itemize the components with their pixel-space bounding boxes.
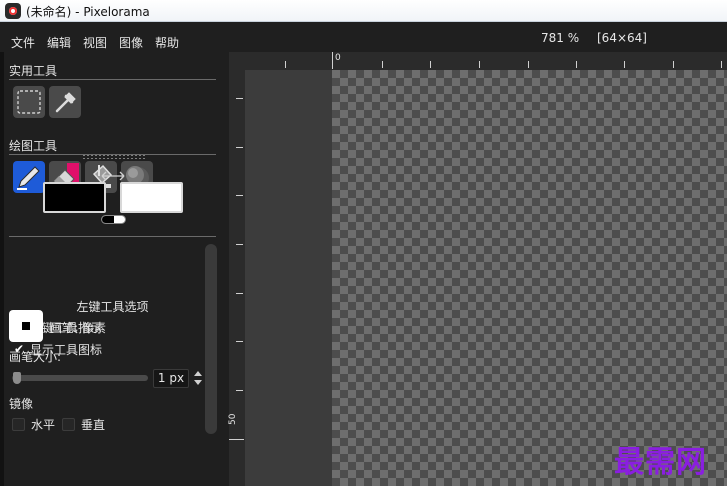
menu-bar: 文件 编辑 视图 图像 帮助 781 % [64×64] bbox=[0, 22, 727, 52]
panel-scrollbar[interactable] bbox=[205, 244, 217, 434]
draw-tools-label: 绘图工具 bbox=[9, 139, 58, 153]
swap-colors-icon[interactable] bbox=[100, 170, 126, 182]
mirror-horizontal-checkbox[interactable]: 水平 bbox=[12, 416, 55, 432]
divider bbox=[9, 236, 216, 237]
panel-grip-handle[interactable] bbox=[82, 154, 146, 160]
pencil-icon bbox=[17, 166, 40, 190]
brush-size-input[interactable]: 1 px bbox=[153, 369, 189, 388]
color-picker-tool-button[interactable] bbox=[49, 86, 81, 118]
ruler-tick bbox=[528, 61, 529, 68]
ruler-tick bbox=[576, 61, 577, 68]
utility-tools-label: 实用工具 bbox=[9, 64, 58, 78]
menu-view[interactable]: 视图 bbox=[83, 34, 107, 51]
brush-label: 画笔: 像素 bbox=[50, 321, 106, 335]
mirror-horizontal-label: 水平 bbox=[31, 417, 56, 432]
color-picker-icon bbox=[55, 92, 76, 113]
rectangle-select-icon bbox=[17, 90, 41, 114]
ruler-tick bbox=[236, 390, 243, 391]
ruler-tick bbox=[430, 61, 431, 68]
mirror-vertical-checkbox[interactable]: 垂直 bbox=[62, 416, 105, 432]
brush-size-slider[interactable] bbox=[12, 375, 148, 381]
ruler-tick bbox=[721, 61, 722, 68]
ruler-tick bbox=[624, 61, 625, 68]
app-logo-icon bbox=[5, 3, 21, 19]
mirror-label: 镜像 bbox=[9, 397, 34, 411]
horizontal-ruler bbox=[245, 52, 727, 70]
spin-arrows-icon[interactable] bbox=[193, 369, 203, 387]
drawing-canvas[interactable] bbox=[332, 70, 727, 486]
ruler-tick bbox=[236, 244, 243, 245]
brush-size-label: 画笔大小: bbox=[9, 350, 62, 364]
ruler-tick bbox=[236, 293, 243, 294]
menu-help[interactable]: 帮助 bbox=[155, 34, 179, 51]
right-color-swatch[interactable] bbox=[120, 182, 183, 213]
menu-file[interactable]: 文件 bbox=[11, 34, 35, 51]
ruler-tick bbox=[236, 147, 243, 148]
ruler-tick bbox=[673, 61, 674, 68]
left-color-swatch[interactable] bbox=[43, 182, 106, 213]
divider bbox=[9, 79, 216, 80]
ruler-corner bbox=[229, 52, 245, 70]
checkbox-box bbox=[12, 417, 25, 431]
ruler-tick-major bbox=[332, 52, 333, 69]
brush-size-slider-thumb[interactable] bbox=[13, 372, 21, 384]
menu-edit[interactable]: 编辑 bbox=[47, 34, 71, 51]
canvas-size: [64×64] bbox=[597, 31, 647, 45]
brush-type-button[interactable] bbox=[9, 310, 43, 342]
ruler-tick bbox=[382, 61, 383, 68]
ruler-tick bbox=[285, 61, 286, 68]
title-bar: (未命名) - Pixelorama bbox=[0, 0, 727, 22]
watermark-logo: 最需网 bbox=[614, 445, 707, 480]
ruler-fifty-label: 50 bbox=[228, 413, 238, 425]
pencil-tool-button[interactable] bbox=[13, 161, 45, 193]
canvas-background bbox=[245, 70, 332, 486]
ruler-tick-major bbox=[229, 439, 244, 440]
rect-select-tool-button[interactable] bbox=[13, 86, 45, 118]
ruler-tick bbox=[236, 341, 243, 342]
ruler-tick bbox=[236, 195, 243, 196]
checkbox-box bbox=[62, 417, 75, 431]
ruler-zero-label: 0 bbox=[335, 53, 341, 63]
mirror-vertical-label: 垂直 bbox=[81, 417, 106, 432]
window-title: (未命名) - Pixelorama bbox=[26, 5, 150, 19]
ruler-tick bbox=[479, 61, 480, 68]
reset-colors-icon[interactable] bbox=[101, 215, 126, 224]
menu-image[interactable]: 图像 bbox=[119, 34, 143, 51]
ruler-tick bbox=[236, 98, 243, 99]
zoom-level: 781 % bbox=[541, 31, 580, 45]
